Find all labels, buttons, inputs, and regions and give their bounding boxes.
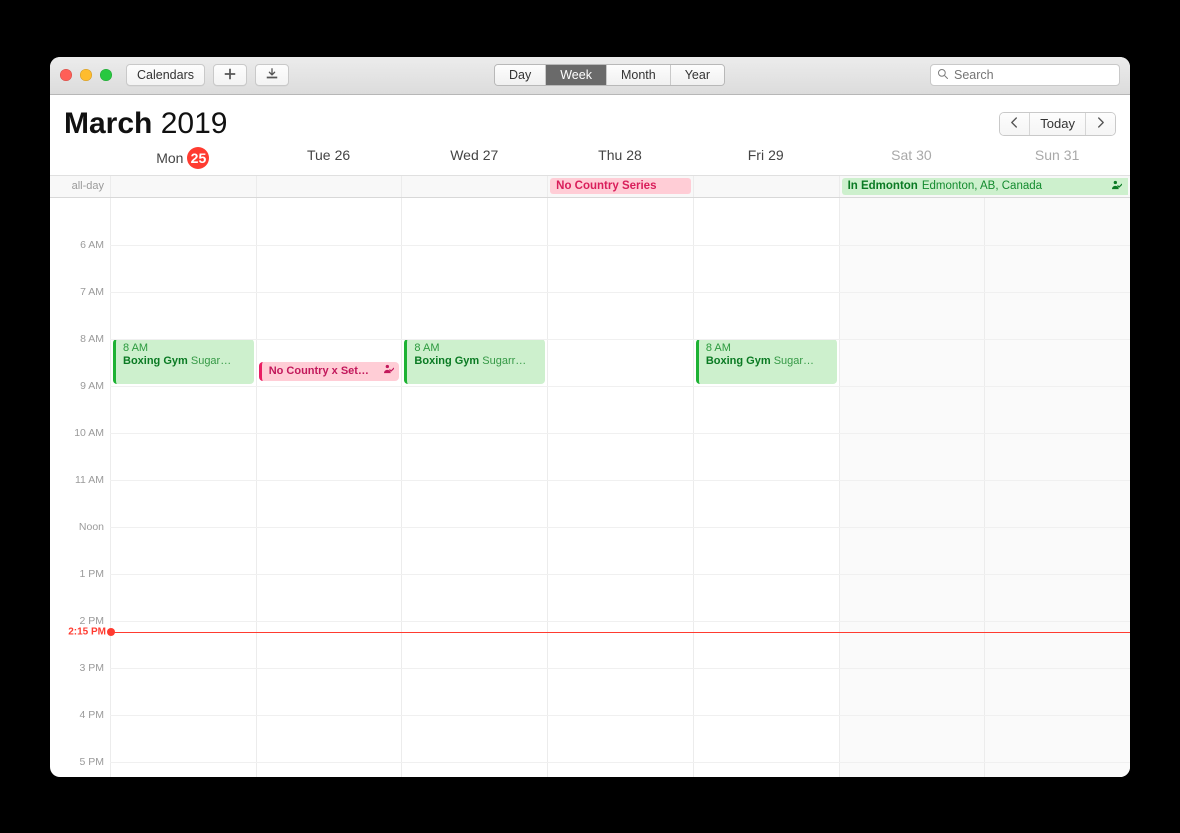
hour-line (110, 668, 1130, 669)
person-check-icon (1112, 180, 1122, 193)
view-switcher: Day Week Month Year (494, 64, 725, 86)
toolbar: Calendars Day Week Month Year (50, 57, 1130, 95)
window-close-button[interactable] (60, 69, 72, 81)
time-gutter: 6 AM7 AM8 AM9 AM10 AM11 AMNoon1 PM2 PM3 … (50, 198, 110, 777)
day-header-wed[interactable]: Wed27 (401, 147, 547, 169)
hour-line (110, 339, 1130, 340)
hour-label: Noon (50, 521, 110, 568)
search-input[interactable] (954, 68, 1115, 82)
hour-label: 5 PM (50, 756, 110, 777)
day-column-sun[interactable] (984, 198, 1130, 777)
day-column-wed[interactable]: 8 AMBoxing Gym Sugarr… (401, 198, 547, 777)
new-event-button[interactable] (213, 64, 247, 86)
allday-cell-tue[interactable] (256, 176, 402, 197)
now-indicator-line (110, 632, 1130, 633)
page-title: March 2019 (64, 107, 227, 141)
hour-label: 3 PM (50, 662, 110, 709)
week-grid[interactable]: 6 AM7 AM8 AM9 AM10 AM11 AMNoon1 PM2 PM3 … (50, 198, 1130, 777)
allday-cell-thu[interactable]: No Country Series (547, 176, 693, 197)
search-field[interactable] (930, 64, 1120, 86)
day-column-sat[interactable] (839, 198, 985, 777)
hour-line (110, 621, 1130, 622)
hour-label: 11 AM (50, 474, 110, 521)
inbox-button[interactable] (255, 64, 289, 86)
inbox-icon (265, 67, 279, 84)
allday-cell-mon[interactable] (110, 176, 256, 197)
day-header-sat[interactable]: Sat30 (839, 147, 985, 169)
hour-label: 8 AM (50, 333, 110, 380)
window-zoom-button[interactable] (100, 69, 112, 81)
header: March 2019 Today (50, 95, 1130, 147)
chevron-right-icon (1096, 116, 1105, 131)
allday-cell-wed[interactable] (401, 176, 547, 197)
allday-cell-weekend[interactable]: In Edmonton Edmonton, AB, Canada (839, 176, 1130, 197)
day-column-mon[interactable]: 8 AMBoxing Gym Sugar… (110, 198, 256, 777)
event-block[interactable]: 8 AMBoxing Gym Sugar… (696, 339, 837, 384)
view-day[interactable]: Day (495, 65, 546, 85)
hour-label: 4 PM (50, 709, 110, 756)
window-minimize-button[interactable] (80, 69, 92, 81)
hour-label: 9 AM (50, 380, 110, 427)
next-week-button[interactable] (1086, 113, 1115, 135)
allday-cell-fri[interactable] (693, 176, 839, 197)
day-header-fri[interactable]: Fri29 (693, 147, 839, 169)
hour-line (110, 574, 1130, 575)
hour-label: 7 AM (50, 286, 110, 333)
hour-line (110, 480, 1130, 481)
day-header-thu[interactable]: Thu28 (547, 147, 693, 169)
hour-label: 2 PM (50, 615, 110, 662)
day-header-sun[interactable]: Sun31 (984, 147, 1130, 169)
hour-line (110, 386, 1130, 387)
day-column-thu[interactable] (547, 198, 693, 777)
hour-line (110, 433, 1130, 434)
event-block[interactable]: 8 AMBoxing Gym Sugarr… (404, 339, 545, 384)
day-column-tue[interactable]: No Country x Set… (256, 198, 402, 777)
calendar-window: Calendars Day Week Month Year (50, 57, 1130, 777)
chevron-left-icon (1010, 116, 1019, 131)
allday-label: all-day (50, 176, 110, 197)
hour-line (110, 527, 1130, 528)
hour-line (110, 245, 1130, 246)
hour-line (110, 715, 1130, 716)
allday-event-edmonton[interactable]: In Edmonton Edmonton, AB, Canada (842, 178, 1128, 195)
plus-icon (223, 67, 237, 84)
day-header-mon[interactable]: Mon25 (110, 147, 256, 169)
view-year[interactable]: Year (671, 65, 724, 85)
hour-label: 10 AM (50, 427, 110, 474)
event-block[interactable]: 8 AMBoxing Gym Sugar… (113, 339, 254, 384)
allday-event-no-country[interactable]: No Country Series (550, 178, 691, 194)
person-check-icon (384, 364, 394, 379)
hour-label: 1 PM (50, 568, 110, 615)
hour-label: 6 AM (50, 239, 110, 286)
calendars-button[interactable]: Calendars (126, 64, 205, 86)
view-week[interactable]: Week (546, 65, 607, 85)
week-nav: Today (999, 112, 1116, 136)
day-column-fri[interactable]: 8 AMBoxing Gym Sugar… (693, 198, 839, 777)
hour-line (110, 292, 1130, 293)
prev-week-button[interactable] (1000, 113, 1030, 135)
day-header-tue[interactable]: Tue26 (256, 147, 402, 169)
hour-line (110, 762, 1130, 763)
view-month[interactable]: Month (607, 65, 671, 85)
search-icon (937, 68, 949, 83)
today-button[interactable]: Today (1030, 113, 1086, 135)
window-traffic-lights (60, 69, 112, 81)
event-block[interactable]: No Country x Set… (259, 362, 400, 381)
allday-row: all-day No Country Series In Edmonton Ed… (50, 176, 1130, 198)
hour-label (50, 198, 110, 239)
now-time-label: 2:15 PM (68, 627, 106, 638)
day-headers: Mon25Tue26Wed27Thu28Fri29Sat30Sun31 (50, 147, 1130, 176)
